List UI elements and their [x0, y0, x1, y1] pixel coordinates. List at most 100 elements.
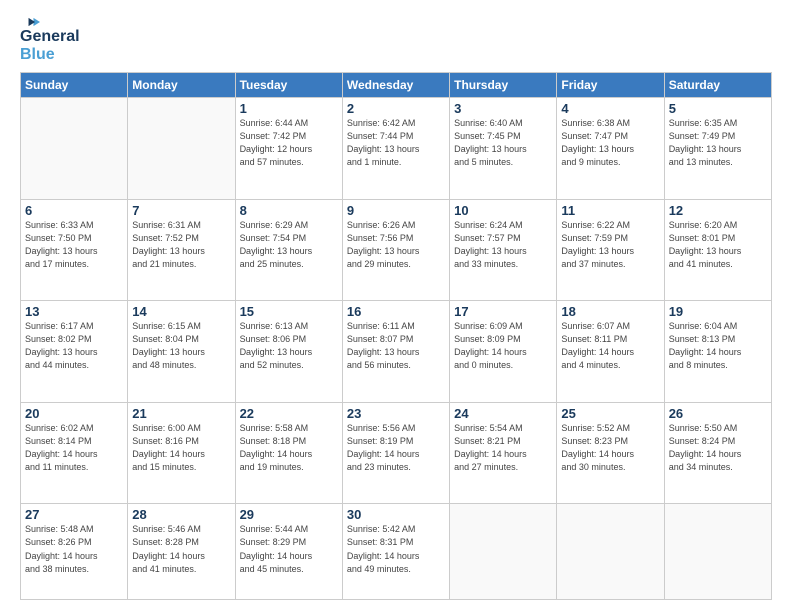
day-number: 24 — [454, 406, 552, 421]
day-info: Sunrise: 6:15 AM Sunset: 8:04 PM Dayligh… — [132, 320, 230, 372]
calendar-cell: 20Sunrise: 6:02 AM Sunset: 8:14 PM Dayli… — [21, 402, 128, 504]
logo: General Blue — [20, 16, 80, 64]
day-number: 17 — [454, 304, 552, 319]
header-row: SundayMondayTuesdayWednesdayThursdayFrid… — [21, 73, 772, 98]
day-number: 11 — [561, 203, 659, 218]
day-number: 23 — [347, 406, 445, 421]
day-number: 29 — [240, 507, 338, 522]
calendar-cell: 16Sunrise: 6:11 AM Sunset: 8:07 PM Dayli… — [342, 301, 449, 403]
day-info: Sunrise: 6:35 AM Sunset: 7:49 PM Dayligh… — [669, 117, 767, 169]
day-header-sunday: Sunday — [21, 73, 128, 98]
day-header-tuesday: Tuesday — [235, 73, 342, 98]
day-info: Sunrise: 5:46 AM Sunset: 8:28 PM Dayligh… — [132, 523, 230, 575]
calendar-cell: 5Sunrise: 6:35 AM Sunset: 7:49 PM Daylig… — [664, 98, 771, 200]
logo-text-blue: Blue — [20, 46, 55, 63]
day-number: 1 — [240, 101, 338, 116]
day-info: Sunrise: 6:09 AM Sunset: 8:09 PM Dayligh… — [454, 320, 552, 372]
day-info: Sunrise: 6:31 AM Sunset: 7:52 PM Dayligh… — [132, 219, 230, 271]
day-info: Sunrise: 6:44 AM Sunset: 7:42 PM Dayligh… — [240, 117, 338, 169]
calendar-cell: 22Sunrise: 5:58 AM Sunset: 8:18 PM Dayli… — [235, 402, 342, 504]
calendar-cell: 25Sunrise: 5:52 AM Sunset: 8:23 PM Dayli… — [557, 402, 664, 504]
day-info: Sunrise: 6:04 AM Sunset: 8:13 PM Dayligh… — [669, 320, 767, 372]
day-info: Sunrise: 5:56 AM Sunset: 8:19 PM Dayligh… — [347, 422, 445, 474]
day-number: 25 — [561, 406, 659, 421]
day-header-friday: Friday — [557, 73, 664, 98]
day-info: Sunrise: 6:29 AM Sunset: 7:54 PM Dayligh… — [240, 219, 338, 271]
week-row-3: 20Sunrise: 6:02 AM Sunset: 8:14 PM Dayli… — [21, 402, 772, 504]
calendar-cell: 1Sunrise: 6:44 AM Sunset: 7:42 PM Daylig… — [235, 98, 342, 200]
day-number: 27 — [25, 507, 123, 522]
day-info: Sunrise: 6:42 AM Sunset: 7:44 PM Dayligh… — [347, 117, 445, 169]
day-info: Sunrise: 6:20 AM Sunset: 8:01 PM Dayligh… — [669, 219, 767, 271]
day-number: 18 — [561, 304, 659, 319]
page: General Blue SundayMondayTuesdayWednesda… — [0, 0, 792, 612]
calendar-cell: 15Sunrise: 6:13 AM Sunset: 8:06 PM Dayli… — [235, 301, 342, 403]
day-info: Sunrise: 5:52 AM Sunset: 8:23 PM Dayligh… — [561, 422, 659, 474]
day-info: Sunrise: 5:44 AM Sunset: 8:29 PM Dayligh… — [240, 523, 338, 575]
header: General Blue — [20, 16, 772, 64]
calendar-cell — [557, 504, 664, 600]
day-number: 13 — [25, 304, 123, 319]
day-info: Sunrise: 6:22 AM Sunset: 7:59 PM Dayligh… — [561, 219, 659, 271]
day-info: Sunrise: 5:42 AM Sunset: 8:31 PM Dayligh… — [347, 523, 445, 575]
logo-icon — [22, 16, 40, 28]
day-header-thursday: Thursday — [450, 73, 557, 98]
calendar-table: SundayMondayTuesdayWednesdayThursdayFrid… — [20, 72, 772, 600]
calendar-cell — [128, 98, 235, 200]
day-number: 22 — [240, 406, 338, 421]
day-number: 10 — [454, 203, 552, 218]
day-info: Sunrise: 6:00 AM Sunset: 8:16 PM Dayligh… — [132, 422, 230, 474]
calendar-cell: 3Sunrise: 6:40 AM Sunset: 7:45 PM Daylig… — [450, 98, 557, 200]
day-number: 8 — [240, 203, 338, 218]
calendar-cell: 2Sunrise: 6:42 AM Sunset: 7:44 PM Daylig… — [342, 98, 449, 200]
day-info: Sunrise: 5:48 AM Sunset: 8:26 PM Dayligh… — [25, 523, 123, 575]
day-number: 16 — [347, 304, 445, 319]
calendar-cell: 29Sunrise: 5:44 AM Sunset: 8:29 PM Dayli… — [235, 504, 342, 600]
calendar-cell: 23Sunrise: 5:56 AM Sunset: 8:19 PM Dayli… — [342, 402, 449, 504]
day-number: 20 — [25, 406, 123, 421]
day-number: 5 — [669, 101, 767, 116]
day-number: 3 — [454, 101, 552, 116]
day-info: Sunrise: 6:11 AM Sunset: 8:07 PM Dayligh… — [347, 320, 445, 372]
day-header-wednesday: Wednesday — [342, 73, 449, 98]
day-info: Sunrise: 5:58 AM Sunset: 8:18 PM Dayligh… — [240, 422, 338, 474]
calendar-cell: 19Sunrise: 6:04 AM Sunset: 8:13 PM Dayli… — [664, 301, 771, 403]
day-number: 26 — [669, 406, 767, 421]
calendar-cell: 7Sunrise: 6:31 AM Sunset: 7:52 PM Daylig… — [128, 199, 235, 301]
day-info: Sunrise: 6:07 AM Sunset: 8:11 PM Dayligh… — [561, 320, 659, 372]
day-number: 4 — [561, 101, 659, 116]
week-row-4: 27Sunrise: 5:48 AM Sunset: 8:26 PM Dayli… — [21, 504, 772, 600]
calendar-cell: 8Sunrise: 6:29 AM Sunset: 7:54 PM Daylig… — [235, 199, 342, 301]
day-info: Sunrise: 6:17 AM Sunset: 8:02 PM Dayligh… — [25, 320, 123, 372]
day-number: 9 — [347, 203, 445, 218]
day-info: Sunrise: 6:40 AM Sunset: 7:45 PM Dayligh… — [454, 117, 552, 169]
day-info: Sunrise: 6:38 AM Sunset: 7:47 PM Dayligh… — [561, 117, 659, 169]
day-number: 21 — [132, 406, 230, 421]
week-row-2: 13Sunrise: 6:17 AM Sunset: 8:02 PM Dayli… — [21, 301, 772, 403]
day-number: 2 — [347, 101, 445, 116]
logo-text-general: General — [20, 28, 80, 45]
calendar-cell: 12Sunrise: 6:20 AM Sunset: 8:01 PM Dayli… — [664, 199, 771, 301]
calendar-cell — [450, 504, 557, 600]
calendar-cell: 14Sunrise: 6:15 AM Sunset: 8:04 PM Dayli… — [128, 301, 235, 403]
day-info: Sunrise: 6:33 AM Sunset: 7:50 PM Dayligh… — [25, 219, 123, 271]
calendar-cell: 10Sunrise: 6:24 AM Sunset: 7:57 PM Dayli… — [450, 199, 557, 301]
calendar-cell: 27Sunrise: 5:48 AM Sunset: 8:26 PM Dayli… — [21, 504, 128, 600]
calendar-cell: 6Sunrise: 6:33 AM Sunset: 7:50 PM Daylig… — [21, 199, 128, 301]
day-number: 12 — [669, 203, 767, 218]
day-header-saturday: Saturday — [664, 73, 771, 98]
day-number: 30 — [347, 507, 445, 522]
calendar-cell: 13Sunrise: 6:17 AM Sunset: 8:02 PM Dayli… — [21, 301, 128, 403]
day-number: 15 — [240, 304, 338, 319]
day-info: Sunrise: 6:26 AM Sunset: 7:56 PM Dayligh… — [347, 219, 445, 271]
calendar-cell — [21, 98, 128, 200]
day-info: Sunrise: 6:02 AM Sunset: 8:14 PM Dayligh… — [25, 422, 123, 474]
week-row-0: 1Sunrise: 6:44 AM Sunset: 7:42 PM Daylig… — [21, 98, 772, 200]
calendar-cell: 21Sunrise: 6:00 AM Sunset: 8:16 PM Dayli… — [128, 402, 235, 504]
calendar-cell: 28Sunrise: 5:46 AM Sunset: 8:28 PM Dayli… — [128, 504, 235, 600]
calendar-cell: 9Sunrise: 6:26 AM Sunset: 7:56 PM Daylig… — [342, 199, 449, 301]
day-number: 28 — [132, 507, 230, 522]
day-info: Sunrise: 5:54 AM Sunset: 8:21 PM Dayligh… — [454, 422, 552, 474]
calendar-cell: 26Sunrise: 5:50 AM Sunset: 8:24 PM Dayli… — [664, 402, 771, 504]
calendar-cell: 30Sunrise: 5:42 AM Sunset: 8:31 PM Dayli… — [342, 504, 449, 600]
